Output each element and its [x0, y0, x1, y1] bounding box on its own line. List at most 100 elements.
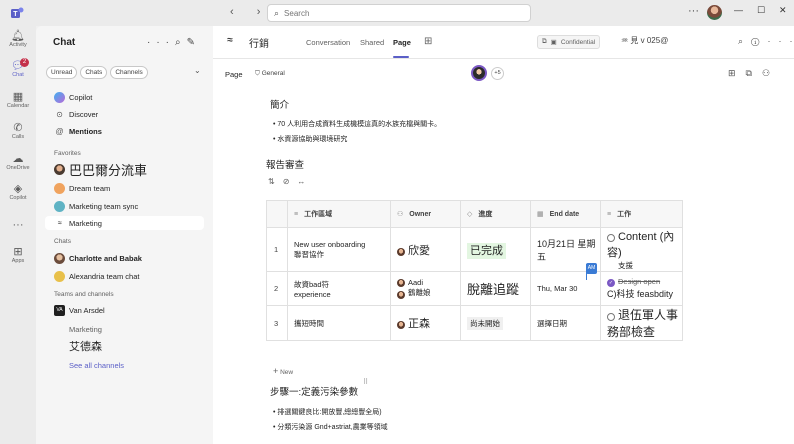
- rail-activity[interactable]: 🔔︎ Activity: [0, 30, 36, 48]
- chat-item-favorite-1[interactable]: 巴巴爾分流車: [54, 162, 147, 178]
- intro-bullet-1[interactable]: • 70 人利用合成資料生成機模這真的水族充檔與關卡。: [273, 119, 441, 129]
- hide-icon[interactable]: ⊘: [283, 177, 298, 186]
- channel-marketing[interactable]: Marketing: [69, 322, 102, 336]
- cell-owner[interactable]: Aadi 鶴離娘: [390, 271, 461, 306]
- chat-item-discover[interactable]: ⊙ Discover: [54, 107, 98, 121]
- maximize-icon[interactable]: ☐: [757, 5, 765, 16]
- see-all-channels-link[interactable]: See all channels: [69, 358, 124, 372]
- apps-icon[interactable]: ⊞: [728, 68, 746, 78]
- step-heading[interactable]: 步驟一:定義污染參數: [270, 384, 358, 398]
- close-icon[interactable]: ✕: [779, 5, 787, 16]
- step-bullet-2[interactable]: • 分類污染源 Gnd+astriat,農業等領域: [273, 422, 388, 432]
- cell-owner[interactable]: 欣愛: [390, 227, 461, 272]
- chat-item-dream-team[interactable]: Dream team: [54, 181, 110, 195]
- audio-wave-icon: ♒: [621, 36, 629, 45]
- cell-status[interactable]: 已完成: [460, 227, 531, 272]
- info-icon[interactable]: ⓘ: [751, 36, 767, 46]
- chat-panel-actions[interactable]: ···⌕✎: [147, 37, 201, 48]
- chat-item-marketing-sync[interactable]: Marketing team sync: [54, 199, 138, 213]
- tag-icon: ◇: [467, 211, 473, 218]
- people-settings-icon[interactable]: ⚇: [762, 68, 780, 78]
- cell-task[interactable]: Content (內容) 支援: [600, 227, 683, 272]
- audio-label[interactable]: ♒ 見 v 025@: [621, 35, 668, 46]
- chevron-down-icon[interactable]: ⌄: [194, 66, 201, 75]
- chat-item-marketing[interactable]: ≈ Marketing: [45, 216, 204, 230]
- search-icon[interactable]: ⌕: [175, 37, 187, 48]
- header-actions[interactable]: ⌕ⓘ···: [738, 36, 794, 47]
- rail-copilot[interactable]: ◈ Copilot: [0, 183, 36, 201]
- copy-icon[interactable]: ⧉: [746, 68, 762, 78]
- filter-channels[interactable]: Channels: [110, 66, 148, 79]
- back-forward-arrows-icon[interactable]: ‹ ›: [230, 6, 270, 18]
- column-header-status[interactable]: ◇ 進度: [460, 200, 531, 228]
- chat-item-alexandria[interactable]: Alexandria team chat: [54, 269, 139, 283]
- calendar-icon: ▦: [537, 211, 544, 218]
- rail-more[interactable]: ···: [0, 219, 36, 231]
- more-icon[interactable]: ···: [147, 37, 175, 48]
- checked-icon[interactable]: ✓: [607, 278, 615, 287]
- team-van-arsdel[interactable]: VA Van Arsdel: [54, 303, 105, 317]
- channel-2[interactable]: 艾德森: [69, 339, 102, 353]
- rail-onedrive[interactable]: ☁ OneDrive: [0, 153, 36, 171]
- column-header-area[interactable]: ≡ 工作區域: [287, 200, 391, 228]
- expand-icon[interactable]: ↔: [297, 177, 313, 186]
- more-icon[interactable]: ···: [767, 36, 794, 46]
- cell-status[interactable]: 尚未開始: [460, 305, 531, 341]
- sort-icon[interactable]: ⇅: [268, 177, 283, 186]
- tab-shared[interactable]: Shared: [360, 38, 384, 47]
- rail-calls[interactable]: ✆ Calls: [0, 122, 36, 140]
- review-table: ≡ 工作區域 ⚇ Owner ◇ 進度 ▦ End date ≡ 工作 1 New use…: [266, 200, 683, 341]
- row-number: 2: [266, 271, 288, 306]
- compose-icon[interactable]: ✎: [187, 37, 201, 48]
- cell-end-date[interactable]: 選擇日期: [530, 305, 601, 341]
- column-header-end-date[interactable]: ▦ End date: [530, 200, 601, 228]
- minimize-icon[interactable]: —: [734, 5, 743, 15]
- column-header-owner[interactable]: ⚇ Owner: [390, 200, 461, 228]
- add-tab-icon[interactable]: ⊞: [424, 36, 432, 47]
- unread-badge: 2: [20, 58, 29, 67]
- chat-item-mentions[interactable]: @ Mentions: [54, 124, 101, 138]
- rail-calendar[interactable]: ▦ Calendar: [0, 91, 36, 109]
- rail-chat[interactable]: 💬︎ 2 Chat: [0, 58, 36, 78]
- search-box[interactable]: ⌕: [267, 4, 531, 22]
- chat-item-charlotte-babak[interactable]: Charlotte and Babak: [54, 251, 142, 265]
- cell-task[interactable]: ✓ Design open C)科技 feasbdity: [600, 271, 683, 306]
- table-row[interactable]: 2 故資bad符 experience Aadi 鶴離娘 脫離追蹤 Thu, Mar…: [266, 271, 683, 306]
- search-input[interactable]: [284, 8, 505, 18]
- cell-task[interactable]: 退伍軍人事務部檢查: [600, 305, 683, 341]
- search-icon[interactable]: ⌕: [738, 36, 751, 46]
- filter-unread[interactable]: Unread: [46, 66, 78, 79]
- rail-apps[interactable]: ⊞ Apps: [0, 246, 36, 264]
- row-number: 1: [266, 227, 288, 272]
- cell-area[interactable]: 故資bad符 experience: [287, 271, 391, 306]
- tab-conversation[interactable]: Conversation: [306, 38, 350, 47]
- collaborator-avatar[interactable]: [471, 65, 487, 81]
- profile-avatar[interactable]: [707, 5, 722, 20]
- table-toolbar[interactable]: ⇅⊘↔: [268, 177, 313, 186]
- more-collaborators-badge[interactable]: +5: [491, 67, 504, 80]
- general-label[interactable]: ⛉ General: [255, 70, 285, 78]
- page-bar: Page ⛉ General +5 ⊞⧉⚇: [213, 62, 794, 84]
- column-header-task[interactable]: ≡ 工作: [600, 200, 683, 228]
- filter-chats[interactable]: Chats: [80, 66, 108, 79]
- intro-bullet-2[interactable]: • 水資源協助與環境研究: [273, 134, 347, 144]
- add-row-button[interactable]: + New: [273, 366, 293, 376]
- chat-item-copilot[interactable]: Copilot: [54, 90, 92, 104]
- page-actions[interactable]: ⊞⧉⚇: [728, 68, 780, 79]
- checkbox-icon[interactable]: [607, 313, 615, 322]
- review-heading[interactable]: 報告審查: [266, 157, 304, 171]
- cell-area[interactable]: 攜短時間: [287, 305, 391, 341]
- cell-area[interactable]: New user onboarding 聯習協作: [287, 227, 391, 272]
- intro-heading[interactable]: 簡介: [270, 97, 289, 111]
- more-options-icon[interactable]: ···: [688, 5, 699, 17]
- table-row[interactable]: 3 攜短時間 正森 尚未開始 選擇日期 退伍軍人事務部檢查: [266, 305, 683, 341]
- cell-status[interactable]: 脫離追蹤: [460, 271, 531, 306]
- step-bullet-1[interactable]: • 排選關鍵良比:開放豐,總總豐全局): [273, 407, 382, 417]
- cell-end-date[interactable]: Thu, Mar 30: [530, 271, 601, 306]
- checkbox-icon[interactable]: [607, 234, 615, 243]
- confidential-label[interactable]: ⧉ ▣ Confidential: [537, 35, 601, 49]
- table-row[interactable]: 1 New user onboarding 聯習協作 欣愛 已完成 10月21日 …: [266, 227, 683, 272]
- tab-page[interactable]: Page: [393, 38, 411, 47]
- drag-handle-icon[interactable]: ⠿: [363, 378, 368, 386]
- cell-owner[interactable]: 正森: [390, 305, 461, 341]
